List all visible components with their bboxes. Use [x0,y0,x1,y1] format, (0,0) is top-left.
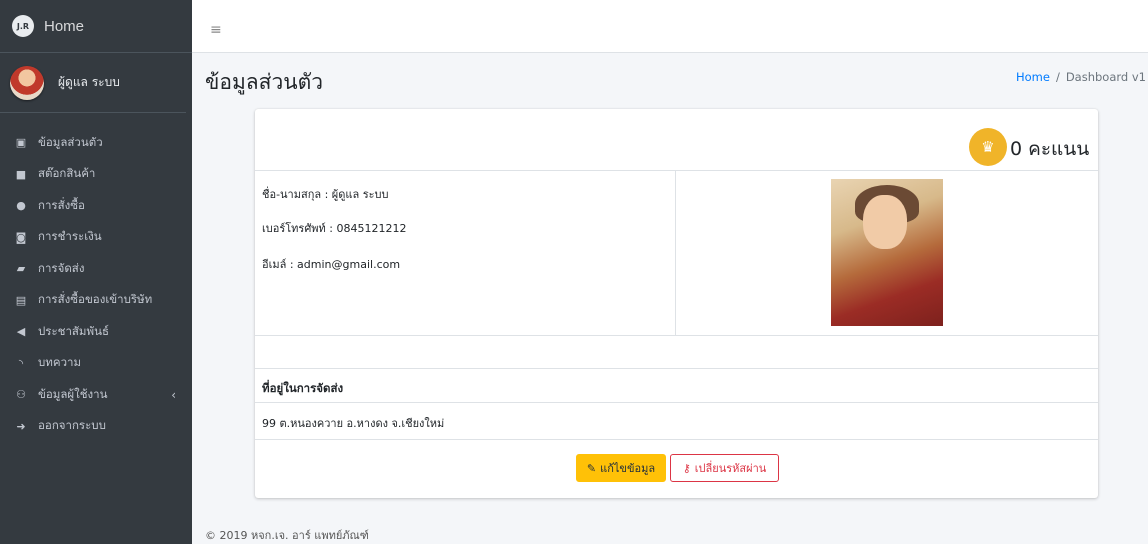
brand-logo: J.R [12,15,34,37]
points-unit: คะแนน [1028,138,1090,160]
sidebar-item-label: ประชาสัมพันธ์ [38,323,109,338]
rss-icon: ◝ [18,356,24,370]
sidebar-item-articles[interactable]: ◝ บทความ [0,348,192,380]
document-icon: ▤ [15,293,27,307]
sidebar-item-purchase-orders[interactable]: ▤ การสั่งซื้อของเข้าบริษัท [0,285,192,317]
sidebar-item-label: การสั่งซื้อ [38,197,85,212]
sidebar-item-label: สต๊อกสินค้า [38,166,96,181]
sidebar-item-label: การสั่งซื้อของเข้าบริษัท [38,292,153,307]
sidebar-item-users[interactable]: ⚇ ข้อมูลผู้ใช้งาน ‹ [0,379,192,411]
address-text: 99 ต.หนองควาย อ.หางดง จ.เชียงใหม่ [262,417,445,430]
sidebar-item-shipping[interactable]: ▰ การจัดส่ง [0,253,192,285]
sidebar-item-payment[interactable]: ◙ การชำระเงิน [0,222,192,254]
crown-icon: ♛ [969,128,1007,166]
change-password-label: เปลี่ยนรหัสผ่าน [694,462,767,475]
megaphone-icon: ◀ [16,325,26,339]
cube-icon: ● [16,199,26,213]
sidebar-item-orders[interactable]: ● การสั่งซื้อ [0,190,192,222]
top-navbar: ≡ [192,0,1148,53]
sidebar-item-label: บทความ [38,355,82,370]
sidebar-item-profile[interactable]: ▣ ข้อมูลส่วนตัว [0,127,192,159]
money-icon: ◙ [15,230,27,244]
truck-icon: ▰ [16,262,26,276]
phone-text: เบอร์โทรศัพท์ : 0845121212 [262,222,407,235]
sidebar-item-stock[interactable]: ■ สต๊อกสินค้า [0,159,192,191]
brand-title: Home [44,17,85,35]
photo-face [863,195,907,249]
profile-details: ชื่อ-นามสกุล : ผู้ดูแล ระบบ เบอร์โทรศัพท… [255,171,676,336]
sidebar-item-label: ข้อมูลส่วนตัว [38,134,103,149]
user-icon: ⚇ [16,388,26,402]
sidebar-item-announcements[interactable]: ◀ ประชาสัมพันธ์ [0,316,192,348]
profile-photo [831,179,943,326]
chevron-left-icon: ‹ [171,387,176,402]
sidebar-item-label: ข้อมูลผู้ใช้งาน [38,386,108,401]
points-row: ♛ 0 คะแนน [255,109,1098,171]
address-row: 99 ต.หนองควาย อ.หางดง จ.เชียงใหม่ [255,403,1098,440]
footer: © 2019 หจก.เจ. อาร์ แพทย์ภัณฑ์ [205,529,369,542]
breadcrumb: Home / Dashboard v1 [1016,70,1146,84]
user-panel[interactable]: ผู้ดูแล ระบบ [0,53,186,113]
breadcrumb-current: Dashboard v1 [1065,70,1146,84]
edit-profile-label: แก้ไขข้อมูล [600,462,656,475]
profile-card: ♛ 0 คะแนน ชื่อ-นามสกุล : ผู้ดูแล ระบบ เบ… [255,109,1098,498]
sidebar-item-label: การชำระเงิน [38,229,102,244]
address-heading-row: ที่อยู่ในการจัดส่ง [255,369,1098,403]
fullname-text: ชื่อ-นามสกุล : ผู้ดูแล ระบบ [262,188,389,201]
change-password-button[interactable]: ⚷ เปลี่ยนรหัสผ่าน [670,454,779,482]
breadcrumb-home-link[interactable]: Home [1016,70,1050,84]
id-card-icon: ▣ [15,136,27,150]
sidebar-item-label: ออกจากระบบ [38,418,106,433]
sidebar: J.R Home ผู้ดูแล ระบบ ▣ ข้อมูลส่วนตัว ■ … [0,0,192,544]
brand-link[interactable]: J.R Home [0,0,192,53]
key-icon: ⚷ [682,461,691,475]
sidebar-item-logout[interactable]: ➜ ออกจากระบบ [0,411,192,443]
edit-icon: ✎ [586,461,597,475]
stock-icon: ■ [15,167,27,181]
points-value: 0 [1010,138,1023,160]
user-name: ผู้ดูแล ระบบ [58,75,120,89]
email-text: อีเมล์ : admin@gmail.com [262,258,401,271]
page-title: ข้อมูลส่วนตัว [205,70,324,94]
hamburger-menu-icon[interactable]: ≡ [210,22,222,38]
points-display: 0 คะแนน [1010,134,1089,164]
spacer-row [255,336,1098,369]
edit-profile-button[interactable]: ✎ แก้ไขข้อมูล [576,454,666,482]
profile-info-row: ชื่อ-นามสกุล : ผู้ดูแล ระบบ เบอร์โทรศัพท… [255,171,1098,336]
avatar [10,65,44,100]
sign-out-icon: ➜ [16,419,26,433]
breadcrumb-separator: / [1055,70,1060,84]
sidebar-item-label: การจัดส่ง [38,260,85,275]
sidebar-nav: ▣ ข้อมูลส่วนตัว ■ สต๊อกสินค้า ● การสั่งซ… [0,113,192,442]
address-heading: ที่อยู่ในการจัดส่ง [262,381,344,395]
